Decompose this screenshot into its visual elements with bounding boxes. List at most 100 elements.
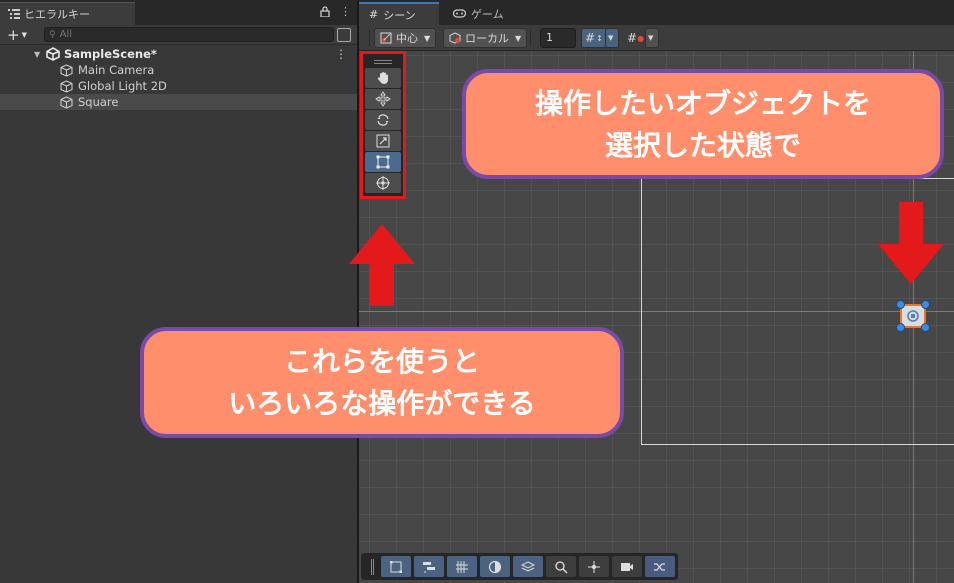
move-tool-button[interactable]	[365, 89, 401, 109]
tab-hierarchy-label: ヒエラルキー	[24, 8, 90, 21]
toolbar-separator	[369, 30, 370, 46]
grid-snap-icon: #	[585, 31, 596, 45]
arrow-up-icon	[349, 224, 415, 306]
rotate-icon	[377, 114, 389, 126]
palette-grip[interactable]	[365, 57, 401, 67]
hierarchy-panel: ヒエラルキー ⋮ + ▼ ⚲ All ▼ SampleScene* ⋮ Main …	[0, 0, 357, 583]
move-overlay-icon	[588, 560, 600, 573]
callout-top-line2: 選択した状態で	[604, 129, 801, 162]
search-placeholder: All	[59, 29, 72, 40]
shuffle-icon	[654, 562, 665, 571]
move-overlay-button[interactable]	[579, 556, 609, 577]
gamepad-icon	[453, 9, 466, 18]
scale-tool-button[interactable]	[365, 131, 401, 151]
snap-magnet-icon: ●	[637, 33, 645, 43]
arrow-down-icon	[878, 202, 944, 284]
hierarchy-toolbar: + ▼ ⚲ All	[0, 25, 357, 45]
rotate-tool-button[interactable]	[365, 110, 401, 130]
tab-hierarchy[interactable]: ヒエラルキー	[0, 2, 135, 25]
scene-name: SampleScene*	[64, 47, 157, 61]
expand-arrow-icon[interactable]: ▼	[34, 50, 42, 59]
search-icon	[555, 560, 568, 574]
grid-size-field[interactable]: 1	[540, 28, 576, 48]
hand-tool-button[interactable]	[365, 68, 401, 88]
search-filter-icon[interactable]	[337, 28, 351, 42]
increment-snap-dropdown[interactable]: ▼	[645, 28, 659, 48]
transform-tool-button[interactable]	[365, 173, 401, 193]
list-item-label: Main Camera	[78, 63, 155, 77]
increment-snap-icon: #	[627, 31, 638, 45]
pivot-dropdown[interactable]: 中心 ▼	[374, 28, 437, 48]
gameobject-cube-icon	[60, 63, 73, 77]
callout-bottom-line1: これらを使うと	[283, 345, 480, 378]
align-icon	[423, 561, 435, 573]
rect-overlay-button[interactable]	[381, 556, 411, 577]
scene-menu-icon[interactable]: ⋮	[335, 47, 347, 61]
space-label: ローカル	[465, 32, 509, 45]
plus-icon: +	[7, 25, 20, 44]
scene-toolbar: 中心 ▼ ローカル ▼ 1 # ↕ ▼ # ● ▼	[359, 25, 954, 51]
square-object[interactable]	[896, 300, 930, 332]
callout-use-tools: これらを使うと いろいろな操作ができる	[140, 327, 624, 438]
shading-overlay-button[interactable]	[480, 556, 510, 577]
gameobject-cube-icon	[60, 95, 73, 109]
hand-icon	[377, 72, 388, 85]
rect-tool-button[interactable]	[365, 152, 401, 172]
callout-top-line1: 操作したいオブジェクトを	[534, 87, 871, 120]
grid-hash-icon: #	[369, 8, 379, 21]
tab-game[interactable]: ゲーム	[443, 2, 523, 25]
rect-icon	[376, 155, 390, 169]
hierarchy-tab-bar: ヒエラルキー ⋮	[0, 0, 357, 25]
chevron-down-icon: ▼	[648, 34, 654, 42]
layers-icon	[521, 560, 535, 572]
move-icon	[375, 91, 391, 107]
hierarchy-tree: ▼ SampleScene* ⋮ Main Camera Global Ligh…	[0, 46, 357, 110]
tab-menu-icon[interactable]: ⋮	[340, 5, 351, 18]
tab-scene-label: シーン	[383, 8, 416, 22]
camera-overlay-button[interactable]	[612, 556, 642, 577]
tool-palette	[360, 51, 406, 199]
scale-icon	[376, 134, 390, 148]
list-item[interactable]: Global Light 2D	[0, 78, 357, 94]
add-button[interactable]: + ▼	[0, 25, 34, 45]
transform-handle-icon[interactable]	[906, 309, 920, 323]
search-overlay-button[interactable]	[546, 556, 576, 577]
callout-select-object: 操作したいオブジェクトを 選択した状態で	[462, 69, 944, 179]
tab-scene[interactable]: # シーン	[359, 2, 439, 25]
rect-overlay-icon	[390, 560, 402, 573]
camera-icon	[621, 562, 633, 571]
resize-handle-top-right[interactable]	[921, 300, 930, 309]
local-cube-icon	[449, 32, 461, 44]
list-item-label: Square	[78, 95, 119, 109]
grid-axis-icon: ↕	[596, 33, 603, 43]
unity-scene-icon	[46, 47, 60, 61]
toolbar-separator	[530, 30, 531, 46]
grid-snap-toggle[interactable]: # ↕	[581, 28, 607, 48]
search-icon: ⚲	[49, 29, 56, 40]
callout-bottom-line2: いろいろな操作ができる	[228, 387, 536, 420]
grid-icon	[456, 560, 468, 573]
lock-icon[interactable]	[320, 6, 330, 17]
overlay-grip[interactable]	[371, 558, 374, 575]
space-dropdown[interactable]: ローカル ▼	[443, 28, 528, 48]
grid-snap-dropdown[interactable]: ▼	[605, 28, 619, 48]
tab-game-label: ゲーム	[471, 7, 504, 21]
resize-handle-top-left[interactable]	[896, 300, 905, 309]
list-icon	[8, 9, 20, 19]
list-item-selected[interactable]: Square	[0, 94, 357, 110]
resize-handle-bottom-left[interactable]	[896, 323, 905, 332]
transform-icon	[376, 176, 390, 190]
scene-row[interactable]: ▼ SampleScene* ⋮	[0, 46, 357, 62]
align-overlay-button[interactable]	[414, 556, 444, 577]
gameobject-cube-icon	[60, 79, 73, 93]
pivot-label: 中心	[396, 32, 418, 45]
search-input[interactable]: ⚲ All	[44, 27, 334, 42]
layers-overlay-button[interactable]	[513, 556, 543, 577]
list-item[interactable]: Main Camera	[0, 62, 357, 78]
chevron-down-icon: ▼	[424, 33, 431, 43]
chevron-down-icon: ▼	[515, 33, 522, 43]
grid-overlay-button[interactable]	[447, 556, 477, 577]
shuffle-overlay-button[interactable]	[645, 556, 675, 577]
resize-handle-bottom-right[interactable]	[921, 323, 930, 332]
chevron-down-icon: ▼	[608, 34, 614, 42]
